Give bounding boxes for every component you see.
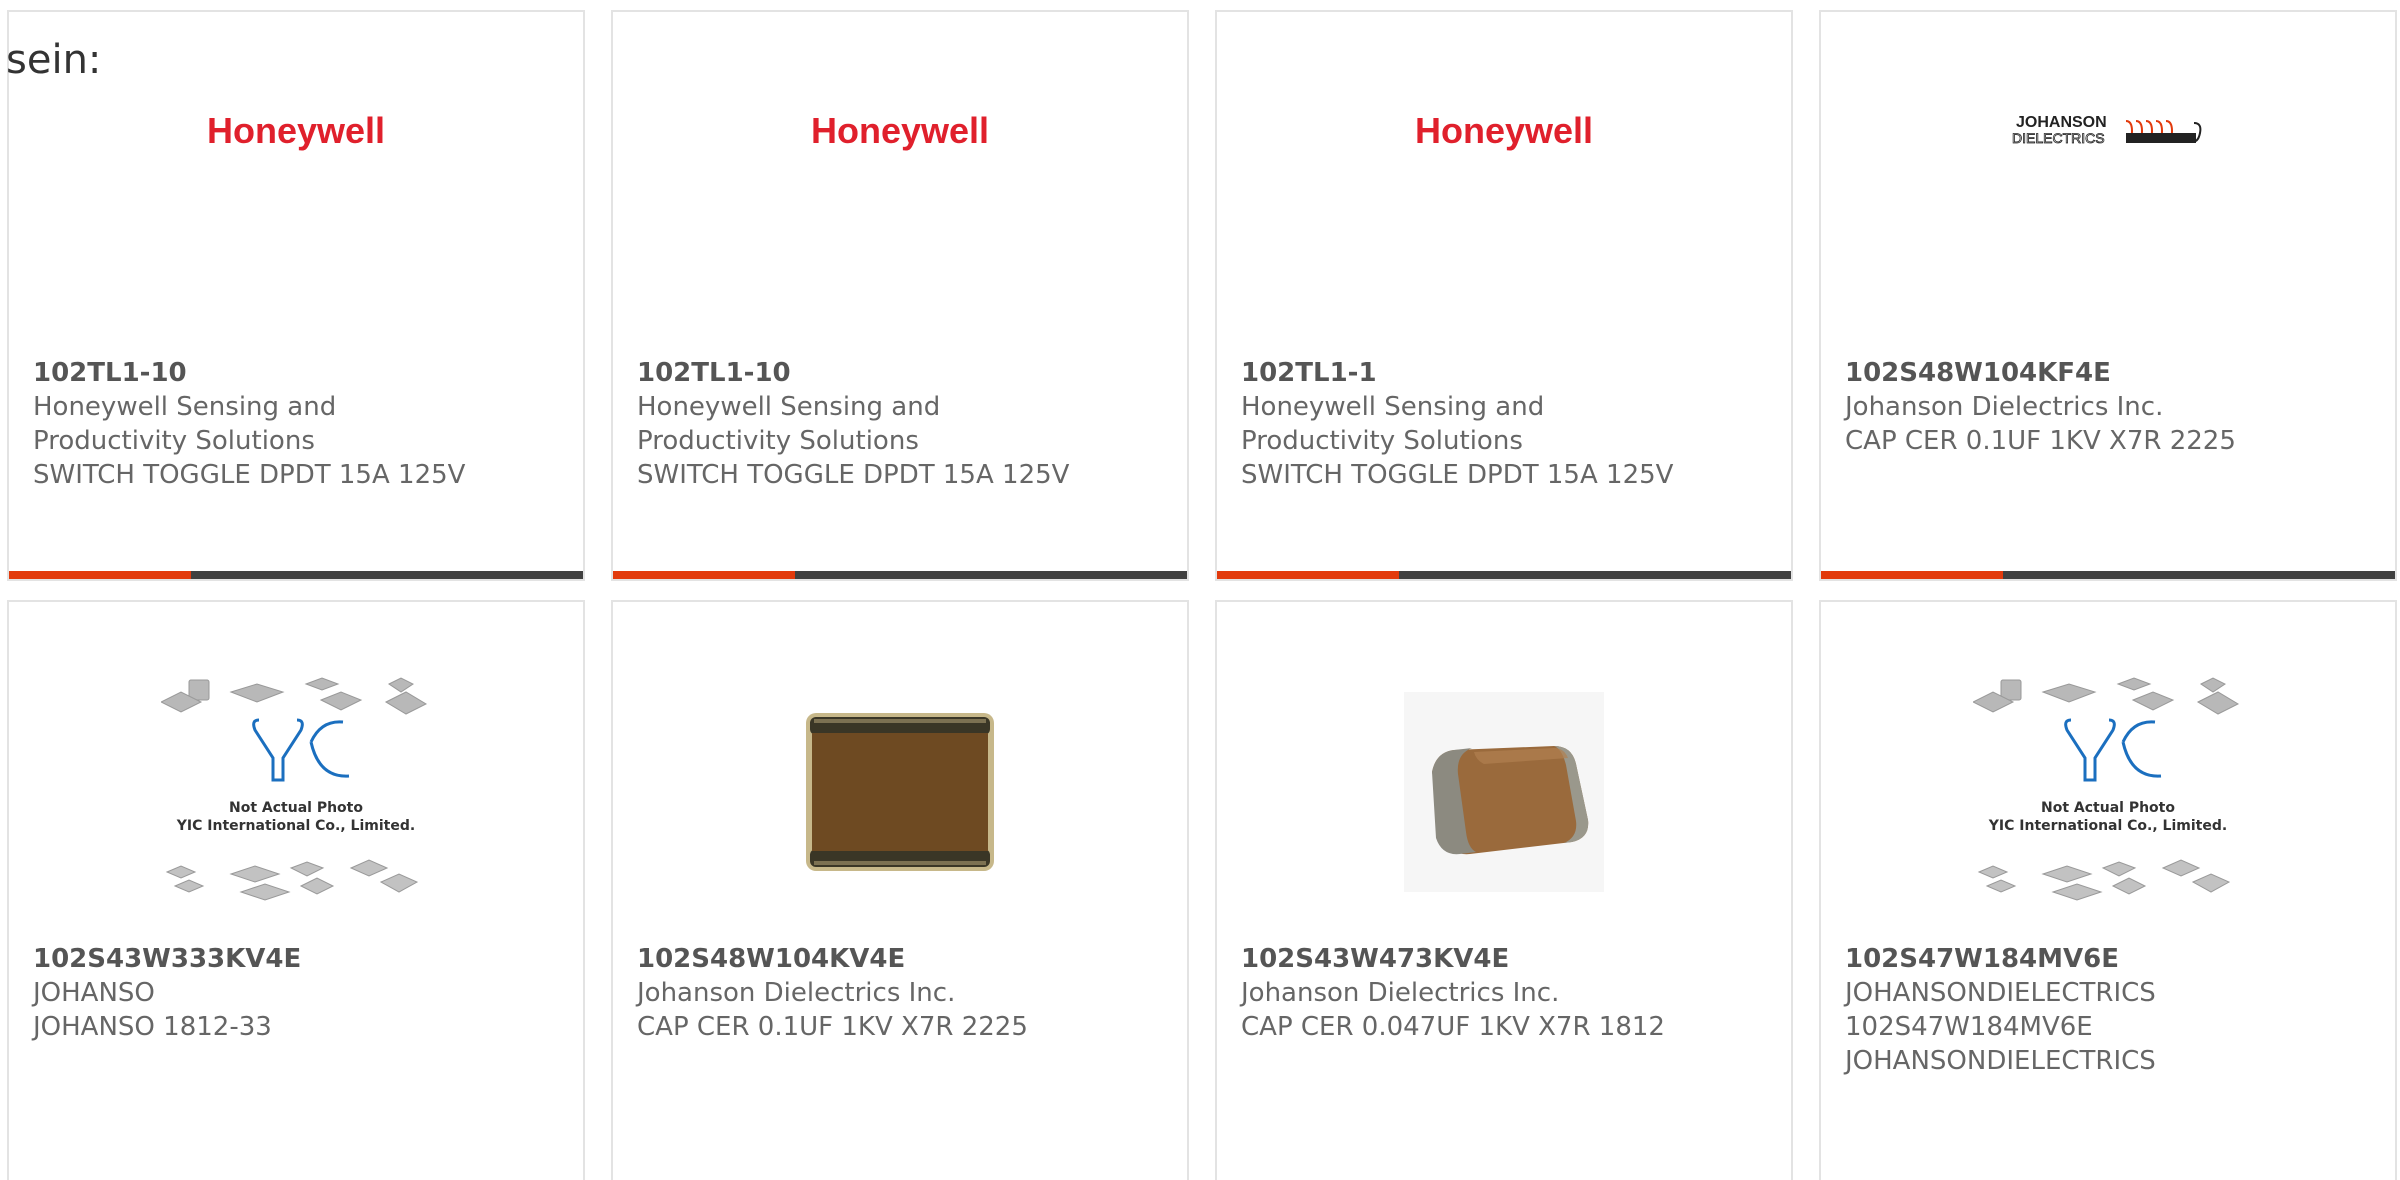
- product-card[interactable]: Honeywell 102TL1-1 Honeywell Sensing and…: [1215, 10, 1793, 581]
- product-card[interactable]: Not Actual Photo YIC International Co., …: [7, 600, 585, 1180]
- manufacturer: Productivity Solutions: [33, 426, 315, 456]
- intro-text: sein:: [6, 37, 102, 83]
- product-card[interactable]: Honeywell 102TL1-10 Honeywell Sensing an…: [611, 10, 1189, 581]
- manufacturer: JOHANSONDIELECTRICS: [1845, 978, 2156, 1008]
- description: CAP CER 0.1UF 1KV X7R 2225: [1845, 426, 2236, 456]
- honeywell-logo: Honeywell: [206, 110, 386, 151]
- description: JOHANSONDIELECTRICS: [1845, 1046, 2156, 1076]
- svg-text:Not Actual Photo: Not Actual Photo: [229, 800, 363, 816]
- card-accent-bar: [1217, 571, 1791, 579]
- manufacturer: Johanson Dielectrics Inc.: [1845, 392, 2164, 422]
- description: SWITCH TOGGLE DPDT 15A 125V: [1241, 460, 1674, 490]
- svg-text:YIC International Co., Limited: YIC International Co., Limited.: [176, 818, 415, 834]
- description: SWITCH TOGGLE DPDT 15A 125V: [33, 460, 466, 490]
- svg-text:Not Actual Photo: Not Actual Photo: [2041, 800, 2175, 816]
- product-card[interactable]: JOHANSON DIELECTRICS 102S48W104KF4E Joha…: [1819, 10, 2397, 581]
- product-card[interactable]: Not Actual Photo YIC International Co., …: [1819, 600, 2397, 1180]
- honeywell-logo: Honeywell: [810, 110, 990, 151]
- card-accent-bar: [1821, 571, 2395, 579]
- manufacturer: JOHANSO: [33, 978, 155, 1008]
- product-image: [613, 662, 1187, 922]
- placeholder-image: Not Actual Photo YIC International Co., …: [1973, 677, 2240, 901]
- description: SWITCH TOGGLE DPDT 15A 125V: [637, 460, 1070, 490]
- manufacturer: Honeywell Sensing and: [1241, 392, 1545, 422]
- product-card[interactable]: 102S43W473KV4E Johanson Dielectrics Inc.…: [1215, 600, 1793, 1180]
- manufacturer: Productivity Solutions: [1241, 426, 1523, 456]
- description: CAP CER 0.047UF 1KV X7R 1812: [1241, 1012, 1665, 1042]
- svg-text:DIELECTRICS: DIELECTRICS: [2012, 130, 2105, 146]
- part-number[interactable]: 102TL1-1: [1241, 356, 1771, 390]
- manufacturer-logo: JOHANSON DIELECTRICS: [1821, 72, 2395, 302]
- part-number[interactable]: 102TL1-10: [637, 356, 1167, 390]
- product-image-placeholder: Not Actual Photo YIC International Co., …: [9, 662, 583, 922]
- manufacturer-logo: Honeywell: [1217, 72, 1791, 302]
- placeholder-image: Not Actual Photo YIC International Co., …: [161, 677, 428, 901]
- part-number[interactable]: 102S47W184MV6E: [1845, 942, 2375, 976]
- part-number[interactable]: 102TL1-10: [33, 356, 563, 390]
- manufacturer: Johanson Dielectrics Inc.: [1241, 978, 1560, 1008]
- manufacturer: Johanson Dielectrics Inc.: [637, 978, 956, 1008]
- card-accent-bar: [613, 571, 1187, 579]
- card-accent-bar: [9, 571, 583, 579]
- product-image: [1217, 662, 1791, 922]
- part-number[interactable]: 102S48W104KV4E: [637, 942, 1167, 976]
- capacitor-image: [806, 713, 994, 871]
- capacitor-image: [1404, 692, 1604, 892]
- product-card[interactable]: Honeywell 102TL1-10 Honeywell Sensing an…: [7, 10, 585, 581]
- part-number[interactable]: 102S43W333KV4E: [33, 942, 563, 976]
- manufacturer: Productivity Solutions: [637, 426, 919, 456]
- honeywell-logo: Honeywell: [1414, 110, 1594, 151]
- description: CAP CER 0.1UF 1KV X7R 2225: [637, 1012, 1028, 1042]
- svg-text:JOHANSON: JOHANSON: [2016, 114, 2107, 131]
- manufacturer: Honeywell Sensing and: [637, 392, 941, 422]
- manufacturer-part: 102S47W184MV6E: [1845, 1012, 2093, 1042]
- part-number[interactable]: 102S48W104KF4E: [1845, 356, 2375, 390]
- manufacturer-logo: Honeywell: [9, 72, 583, 302]
- manufacturer-logo: Honeywell: [613, 72, 1187, 302]
- product-card[interactable]: 102S48W104KV4E Johanson Dielectrics Inc.…: [611, 600, 1189, 1180]
- manufacturer: Honeywell Sensing and: [33, 392, 337, 422]
- part-number[interactable]: 102S43W473KV4E: [1241, 942, 1771, 976]
- description: JOHANSO 1812-33: [33, 1012, 272, 1042]
- product-image-placeholder: Not Actual Photo YIC International Co., …: [1821, 662, 2395, 922]
- johanson-logo: JOHANSON DIELECTRICS: [2012, 114, 2202, 146]
- svg-text:YIC International Co., Limited: YIC International Co., Limited.: [1988, 818, 2227, 834]
